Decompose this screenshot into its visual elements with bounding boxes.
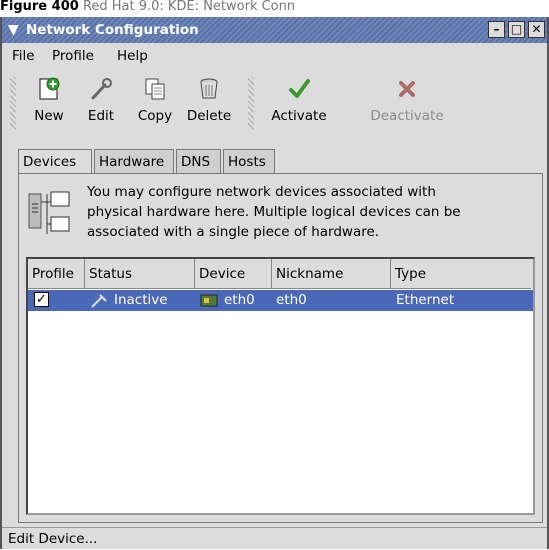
table-row[interactable]: ✓ Inactive eth0 eth0 Ethernet [28, 290, 533, 311]
status-cell: Inactive [114, 292, 168, 308]
plug-icon [91, 294, 107, 308]
network-card-icon [200, 294, 218, 307]
nickname-cell: eth0 [276, 292, 307, 308]
figure-caption-text: Red Hat 9.0: KDE: Network Conn [82, 0, 296, 14]
column-header-profile[interactable]: Profile [28, 259, 85, 289]
status-bar: Edit Device... [2, 527, 547, 549]
copy-icon [145, 78, 165, 100]
figure-label: Figure 400 [0, 0, 79, 14]
type-cell: Ethernet [396, 292, 455, 308]
x-icon [399, 81, 415, 97]
network-devices-icon [28, 191, 70, 234]
profile-checkbox[interactable]: ✓ [34, 292, 49, 307]
add-icon [39, 77, 60, 100]
menu-file[interactable]: File [12, 44, 35, 68]
column-header-status[interactable]: Status [85, 259, 195, 289]
activate-button[interactable]: Activate [264, 70, 334, 136]
wrench-icon [91, 78, 112, 100]
info-line: You may configure network devices associ… [87, 184, 436, 200]
device-list: Profile Status Device Nickname Type ✓ In… [26, 257, 535, 515]
column-header-device[interactable]: Device [195, 259, 272, 289]
toolbar: New Edit Copy Delete Activate Deactivate [2, 70, 547, 140]
list-header: Profile Status Device Nickname Type [28, 259, 533, 289]
window-title: Network Configuration [26, 22, 199, 38]
info-text: You may configure network devices associ… [87, 182, 527, 242]
tab-hosts[interactable]: Hosts [223, 149, 275, 173]
devices-panel: You may configure network devices associ… [18, 173, 543, 523]
menu-help[interactable]: Help [117, 44, 148, 68]
delete-label: Delete [186, 108, 232, 124]
info-line: physical hardware here. Multiple logical… [87, 204, 461, 220]
network-configuration-window: ▼ Network Configuration – □ ✕ File Profi… [0, 17, 549, 549]
device-cell: eth0 [224, 292, 255, 308]
delete-button[interactable]: Delete [174, 70, 244, 136]
deactivate-label: Deactivate [370, 108, 444, 124]
maximize-button[interactable]: □ [508, 21, 525, 38]
column-header-type[interactable]: Type [391, 259, 531, 289]
title-bar[interactable]: ▼ Network Configuration – □ ✕ [2, 17, 547, 43]
tab-hardware[interactable]: Hardware [94, 149, 174, 173]
close-button[interactable]: ✕ [528, 21, 545, 38]
toolbar-grip[interactable] [248, 76, 254, 130]
window-menu-icon[interactable]: ▼ [8, 17, 19, 43]
deactivate-button[interactable]: Deactivate [362, 70, 452, 136]
menu-profile[interactable]: Profile [52, 44, 94, 68]
column-header-nickname[interactable]: Nickname [272, 259, 391, 289]
tab-devices[interactable]: Devices [18, 149, 92, 175]
minimize-button[interactable]: – [488, 21, 505, 38]
trash-icon [200, 78, 218, 99]
checkmark-icon [289, 79, 310, 98]
figure-caption: Figure 400 Red Hat 9.0: KDE: Network Con… [0, 0, 549, 16]
tab-dns[interactable]: DNS [176, 149, 221, 173]
info-line: associated with a single piece of hardwa… [87, 224, 380, 240]
menu-bar: File Profile Help [2, 44, 547, 68]
activate-label: Activate [271, 108, 327, 124]
